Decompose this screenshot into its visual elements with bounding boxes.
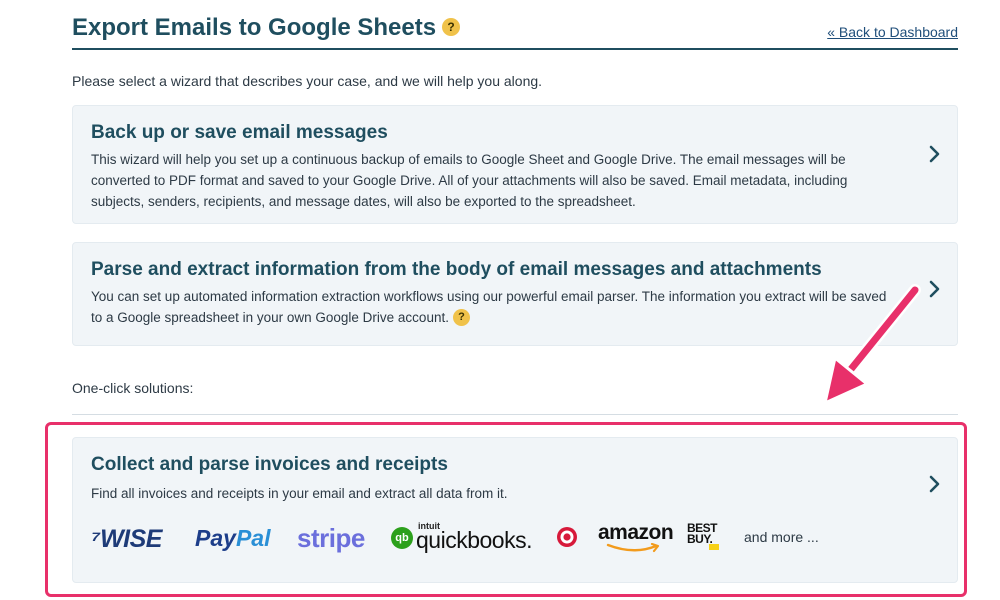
wise-flag-icon: ⁷ — [91, 525, 101, 553]
wise-logo-text: WISE — [100, 525, 162, 553]
solution-title: Collect and parse invoices and receipts — [91, 454, 448, 475]
wizard-card-backup[interactable]: Back up or save email messages This wiza… — [72, 105, 958, 224]
help-icon[interactable]: ? — [452, 308, 470, 326]
solution-card-invoices[interactable]: Collect and parse invoices and receipts … — [72, 437, 958, 583]
quickbooks-logo: qb intuit quickbooks. — [391, 521, 541, 553]
page-title: Export Emails to Google Sheets? — [72, 14, 461, 42]
solution-description: Find all invoices and receipts in your e… — [91, 486, 508, 501]
help-icon[interactable]: ? — [442, 17, 461, 36]
stripe-logo: stripe — [297, 523, 365, 553]
chevron-right-icon[interactable] — [927, 474, 943, 494]
page-header: Export Emails to Google Sheets? « Back t… — [72, 10, 958, 50]
paypal-logo-pay: Pay — [195, 525, 236, 551]
amazon-smile-icon — [606, 543, 660, 553]
logo-row: ⁷WISE PayPal stripe qb intuit quickbooks… — [91, 521, 871, 553]
page-title-text: Export Emails to Google Sheets — [72, 14, 437, 41]
amazon-logo-text: amazon — [598, 521, 674, 544]
wizard-title: Back up or save email messages — [91, 122, 388, 143]
and-more-text: and more ... — [744, 529, 819, 545]
bestbuy-logo: BEST BUY. — [687, 522, 721, 551]
wizard-description-text: You can set up automated information ext… — [91, 289, 887, 325]
paypal-logo-pal: Pal — [235, 525, 271, 551]
bestbuy-tag-icon — [709, 544, 719, 550]
chevron-right-icon[interactable] — [927, 144, 943, 164]
wizard-description: You can set up automated information ext… — [91, 286, 901, 328]
wizard-card-parse[interactable]: Parse and extract information from the b… — [72, 242, 958, 346]
back-to-dashboard-link[interactable]: « Back to Dashboard — [827, 24, 958, 40]
one-click-label: One-click solutions: — [72, 380, 194, 396]
quickbooks-mark-icon: qb — [391, 527, 413, 549]
page: Export Emails to Google Sheets? « Back t… — [72, 0, 958, 600]
divider — [72, 414, 958, 415]
paypal-logo: PayPal — [195, 525, 270, 557]
intro-text: Please select a wizard that describes yo… — [72, 73, 543, 89]
wizard-title: Parse and extract information from the b… — [91, 259, 822, 280]
chevron-right-icon[interactable] — [927, 279, 943, 299]
wise-logo: ⁷WISE — [91, 525, 162, 557]
quickbooks-logo-text: quickbooks. — [416, 527, 532, 553]
target-logo-icon — [556, 526, 578, 548]
amazon-logo: amazon — [598, 521, 674, 553]
wizard-description: This wizard will help you set up a conti… — [91, 152, 848, 209]
